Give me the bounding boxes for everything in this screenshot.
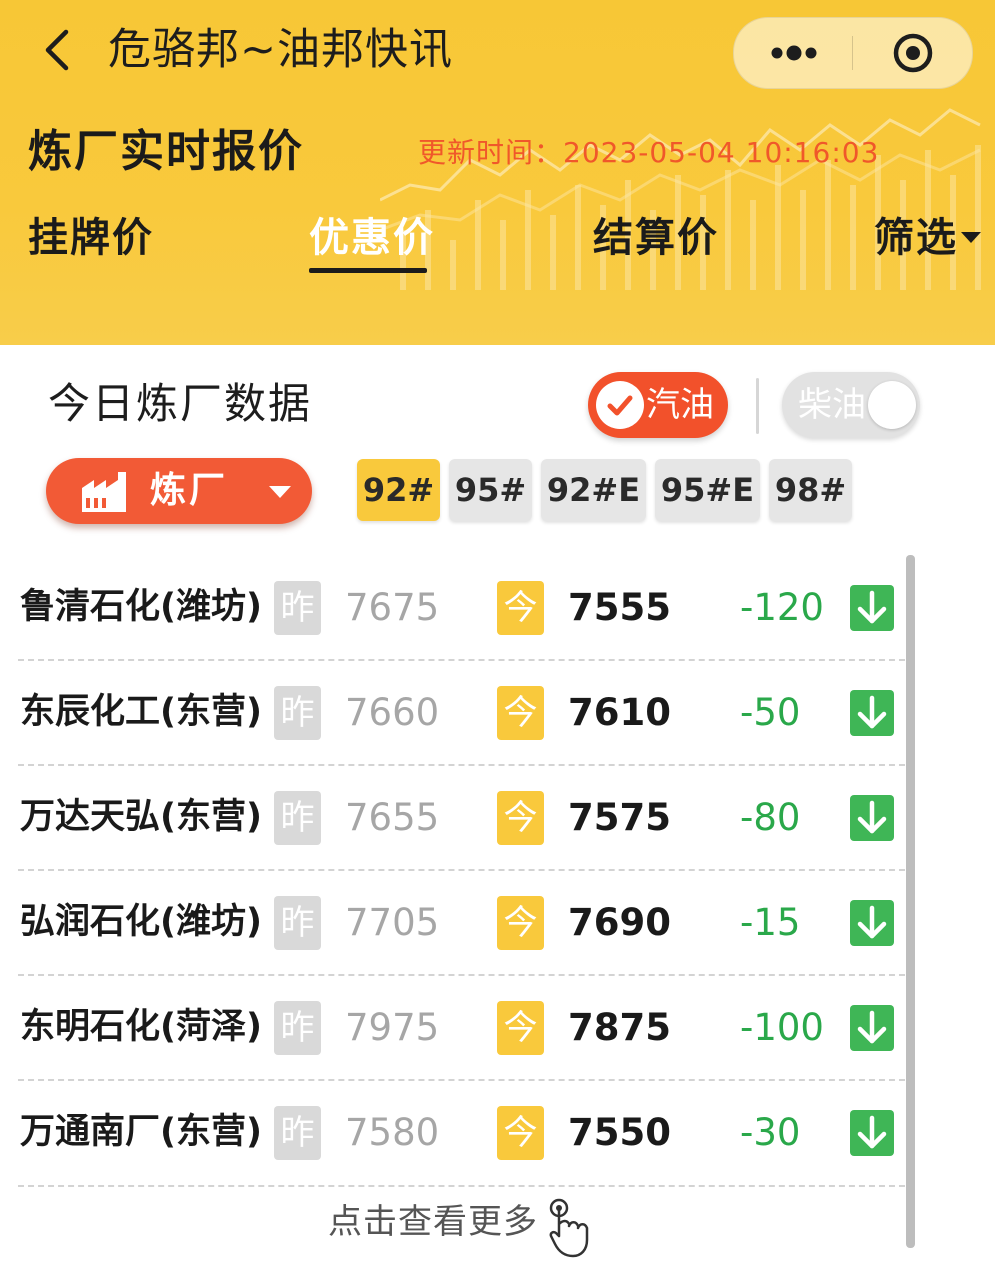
diesel-toggle[interactable]: 柴油 xyxy=(782,372,920,438)
price-change: -50 xyxy=(740,691,801,734)
hand-pointer-icon xyxy=(549,1198,589,1258)
arrow-down-icon xyxy=(850,1110,894,1156)
more-dots-icon xyxy=(771,45,817,61)
today-price: 7875 xyxy=(568,1006,671,1049)
refinery-label: 炼厂 xyxy=(150,470,229,511)
arrow-down-icon xyxy=(850,585,894,631)
today-badge: 今 xyxy=(497,581,544,635)
tab-discount-price[interactable]: 优惠价 xyxy=(309,210,435,266)
today-price: 7575 xyxy=(568,796,671,839)
arrow-down-icon xyxy=(850,690,894,736)
yesterday-badge: 昨 xyxy=(274,791,321,845)
diesel-label: 柴油 xyxy=(798,385,866,425)
refinery-row[interactable]: 万通南厂(东营) 昨 7580 今 7550 -30 xyxy=(0,1080,915,1185)
today-badge: 今 xyxy=(497,896,544,950)
grade-92[interactable]: 92# xyxy=(357,459,440,521)
yesterday-price: 7655 xyxy=(345,796,440,839)
back-chevron-icon[interactable] xyxy=(38,22,78,78)
refinery-row[interactable]: 东辰化工(东营) 昨 7660 今 7610 -50 xyxy=(0,660,915,765)
view-more-link[interactable]: 点击查看更多 xyxy=(328,1194,538,1250)
today-price: 7690 xyxy=(568,901,671,944)
price-change: -100 xyxy=(740,1006,824,1049)
refinery-name: 东辰化工(东营) xyxy=(20,692,262,732)
scrollbar[interactable] xyxy=(906,555,915,1248)
refinery-name: 东明石化(菏泽) xyxy=(20,1007,262,1047)
grade-98[interactable]: 98# xyxy=(769,459,852,521)
today-badge: 今 xyxy=(497,1001,544,1055)
page-title: 炼厂实时报价 xyxy=(28,126,304,177)
update-time: 更新时间：2023-05-04 10:16:03 xyxy=(418,136,880,169)
price-change: -80 xyxy=(740,796,801,839)
tab-settlement-price[interactable]: 结算价 xyxy=(593,210,719,266)
yesterday-price: 7660 xyxy=(345,691,440,734)
toggle-knob xyxy=(868,381,916,429)
today-price: 7610 xyxy=(568,691,671,734)
refinery-name: 万达天弘(东营) xyxy=(20,797,262,837)
gasoline-label: 汽油 xyxy=(646,385,714,425)
refinery-dropdown[interactable]: 炼厂 xyxy=(46,458,312,524)
arrow-down-icon xyxy=(850,1005,894,1051)
yesterday-price: 7580 xyxy=(345,1111,440,1154)
yesterday-price: 7675 xyxy=(345,586,440,629)
yesterday-price: 7705 xyxy=(345,901,440,944)
yesterday-price: 7975 xyxy=(345,1006,440,1049)
check-icon xyxy=(596,381,644,429)
refinery-row[interactable]: 弘润石化(潍坊) 昨 7705 今 7690 -15 xyxy=(0,870,915,975)
close-mini-program-button[interactable] xyxy=(853,18,972,88)
arrow-down-icon xyxy=(850,900,894,946)
refinery-row[interactable]: 鲁清石化(潍坊) 昨 7675 今 7555 -120 xyxy=(0,555,915,660)
refinery-row[interactable]: 万达天弘(东营) 昨 7655 今 7575 -80 xyxy=(0,765,915,870)
row-divider xyxy=(18,1185,915,1187)
refinery-name: 鲁清石化(潍坊) xyxy=(20,587,262,627)
grade-95[interactable]: 95# xyxy=(449,459,532,521)
grade-92e[interactable]: 92#E xyxy=(541,459,646,521)
price-change: -30 xyxy=(740,1111,801,1154)
section-title: 今日炼厂数据 xyxy=(48,379,313,428)
mini-program-capsule xyxy=(733,17,973,89)
grade-95e[interactable]: 95#E xyxy=(655,459,760,521)
header-bar: 危骆邦~油邦快讯 炼厂实时报价 更新时间：2023-05-04 10:16:03… xyxy=(0,0,995,345)
yesterday-badge: 昨 xyxy=(274,686,321,740)
caret-down-icon xyxy=(269,486,291,498)
filter-button[interactable]: 筛选 xyxy=(874,210,981,266)
today-badge: 今 xyxy=(497,686,544,740)
yesterday-badge: 昨 xyxy=(274,896,321,950)
refinery-name: 弘润石化(潍坊) xyxy=(20,902,262,942)
toggle-divider xyxy=(756,378,759,434)
filter-label: 筛选 xyxy=(874,215,958,261)
today-badge: 今 xyxy=(497,1106,544,1160)
yesterday-badge: 昨 xyxy=(274,581,321,635)
caret-down-icon xyxy=(961,231,981,243)
today-badge: 今 xyxy=(497,791,544,845)
refinery-row[interactable]: 东明石化(菏泽) 昨 7975 今 7875 -100 xyxy=(0,975,915,1080)
yesterday-badge: 昨 xyxy=(274,1001,321,1055)
today-price: 7550 xyxy=(568,1111,671,1154)
price-change: -120 xyxy=(740,586,824,629)
active-tab-indicator xyxy=(309,268,427,273)
factory-icon xyxy=(82,472,126,512)
tab-listed-price[interactable]: 挂牌价 xyxy=(28,210,154,266)
arrow-down-icon xyxy=(850,795,894,841)
refinery-name: 万通南厂(东营) xyxy=(20,1112,262,1152)
mini-program-title: 危骆邦~油邦快讯 xyxy=(108,25,454,75)
yesterday-badge: 昨 xyxy=(274,1106,321,1160)
target-close-icon xyxy=(893,33,933,73)
more-menu-button[interactable] xyxy=(734,18,852,88)
today-price: 7555 xyxy=(568,586,671,629)
price-change: -15 xyxy=(740,901,801,944)
gasoline-toggle[interactable]: 汽油 xyxy=(588,372,728,438)
